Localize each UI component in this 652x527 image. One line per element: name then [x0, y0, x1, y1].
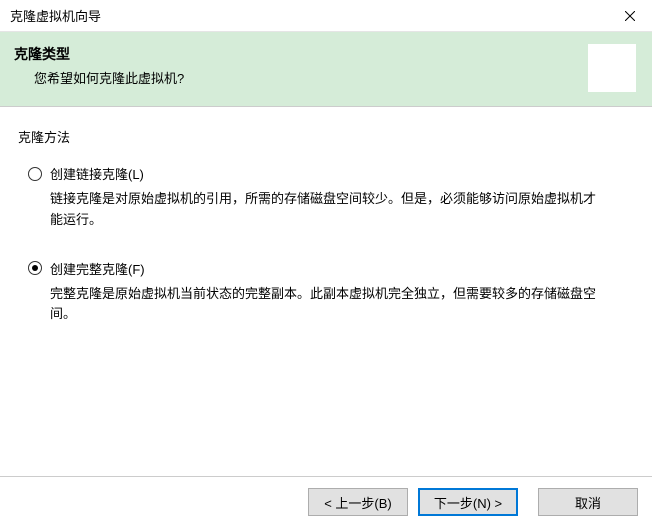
back-button[interactable]: < 上一步(B)	[308, 488, 408, 516]
radio-label: 创建完整克隆(F)	[50, 259, 145, 278]
close-button[interactable]	[607, 0, 652, 32]
wizard-footer: < 上一步(B) 下一步(N) > 取消	[0, 477, 652, 527]
wizard-header: 克隆类型 您希望如何克隆此虚拟机?	[0, 32, 652, 107]
wizard-header-subtitle: 您希望如何克隆此虚拟机?	[14, 68, 588, 87]
radio-description-full-clone: 完整克隆是原始虚拟机当前状态的完整副本。此副本虚拟机完全独立，但需要较多的存储磁…	[18, 284, 634, 326]
radio-icon	[28, 261, 42, 275]
window-title: 克隆虚拟机向导	[10, 6, 101, 25]
titlebar: 克隆虚拟机向导	[0, 0, 652, 32]
cancel-button[interactable]: 取消	[538, 488, 638, 516]
wizard-content: 克隆方法 创建链接克隆(L) 链接克隆是对原始虚拟机的引用，所需的存储磁盘空间较…	[0, 107, 652, 477]
radio-description-linked-clone: 链接克隆是对原始虚拟机的引用，所需的存储磁盘空间较少。但是，必须能够访问原始虚拟…	[18, 189, 634, 231]
wizard-header-title: 克隆类型	[14, 44, 588, 64]
wizard-header-text: 克隆类型 您希望如何克隆此虚拟机?	[14, 44, 588, 87]
group-label-clone-method: 克隆方法	[18, 127, 634, 146]
wizard-header-icon	[588, 44, 636, 92]
radio-option-linked-clone[interactable]: 创建链接克隆(L)	[18, 164, 634, 183]
radio-option-full-clone[interactable]: 创建完整克隆(F)	[18, 259, 634, 278]
radio-label: 创建链接克隆(L)	[50, 164, 144, 183]
close-icon	[625, 11, 635, 21]
next-button[interactable]: 下一步(N) >	[418, 488, 518, 516]
radio-icon	[28, 167, 42, 181]
